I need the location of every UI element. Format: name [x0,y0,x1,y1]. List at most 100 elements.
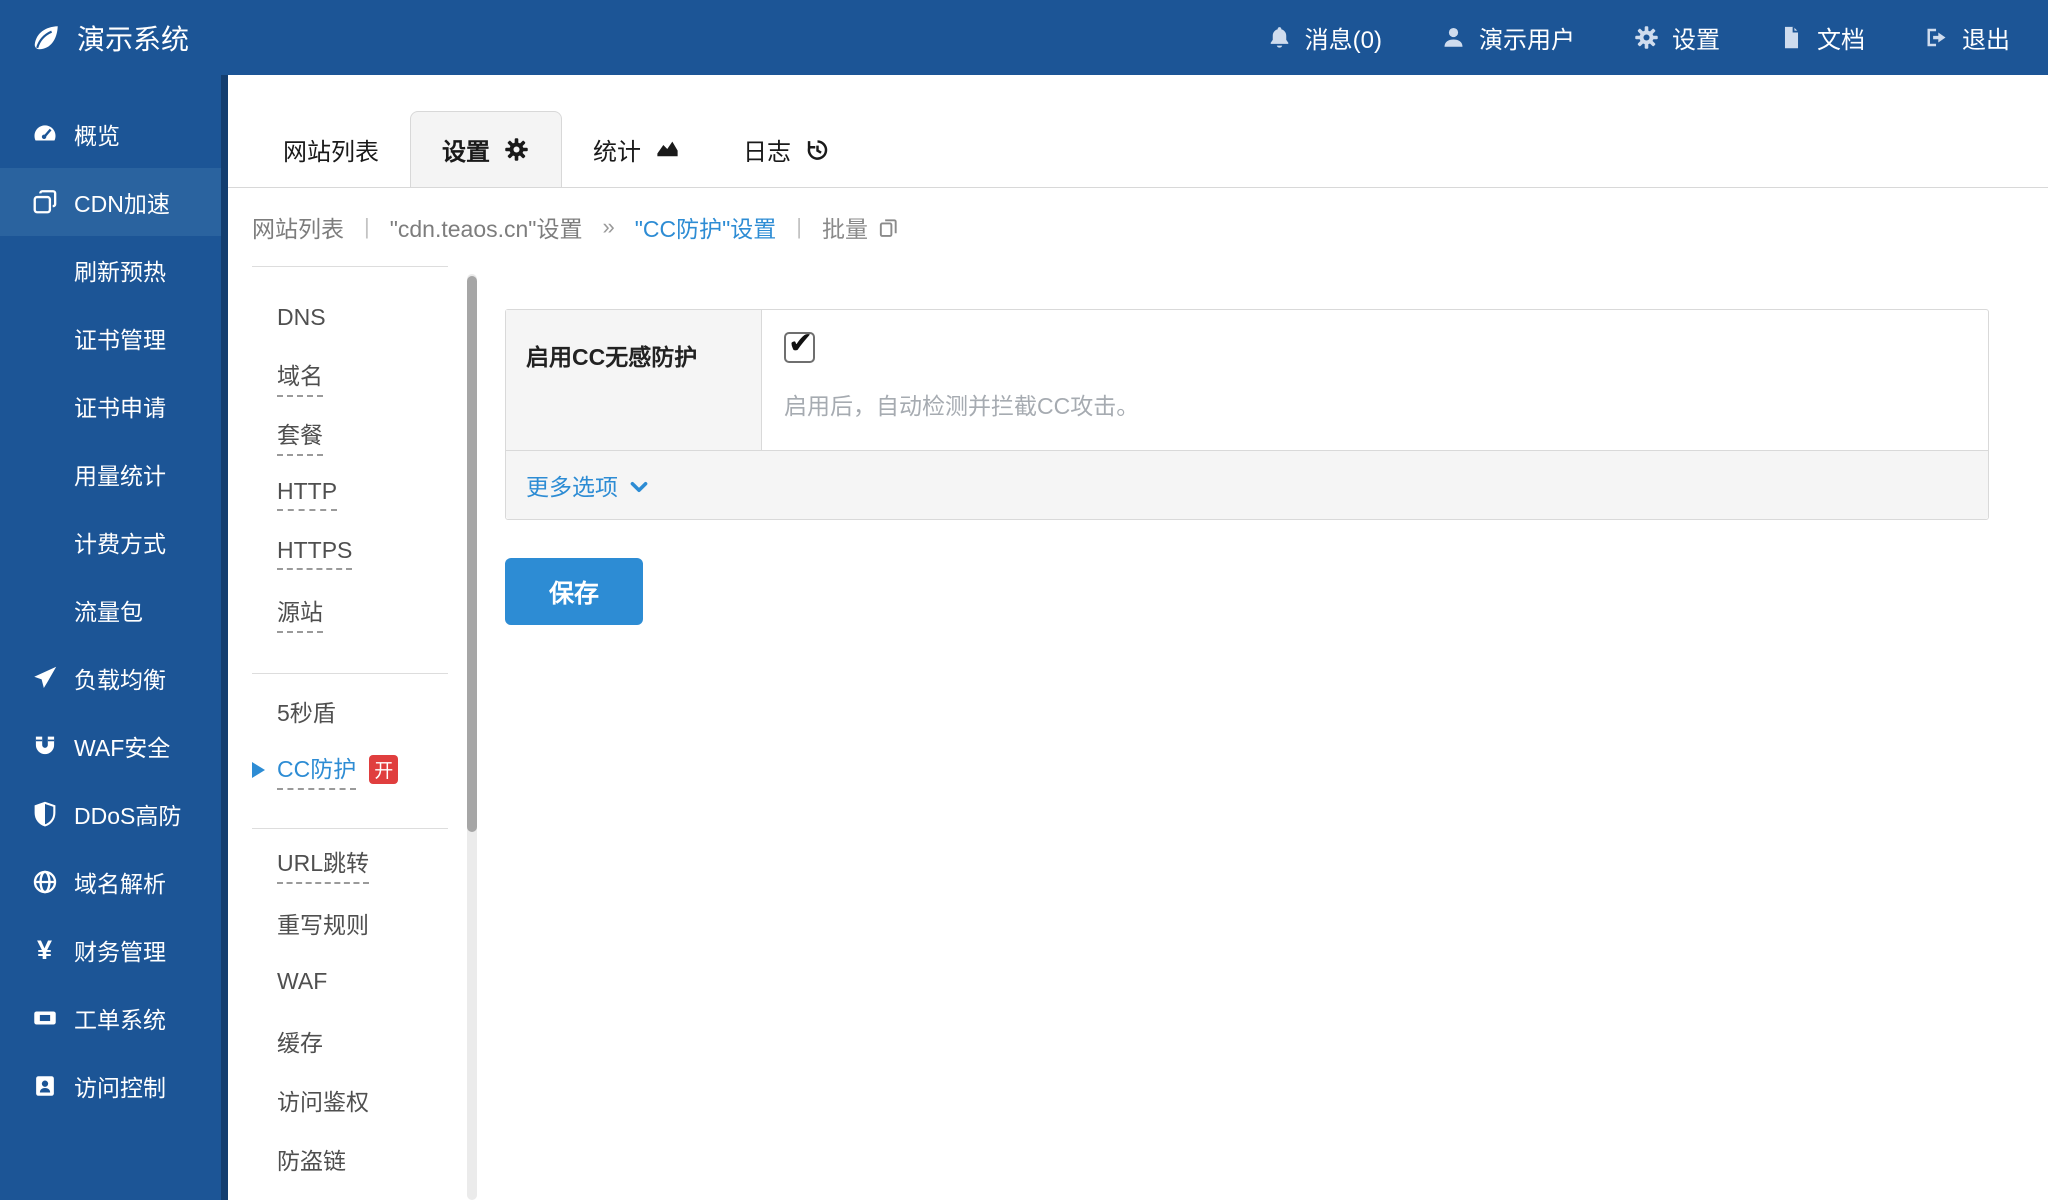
breadcrumb-current[interactable]: "CC防护"设置 [635,210,777,244]
settings-nav-dns[interactable]: DNS [252,288,478,347]
cc-protection-panel: 启用CC无感防护 ✔ 启用后，自动检测并拦截CC攻击。 更多选项 [505,309,1989,520]
sidebar-item-label: 证书管理 [74,321,166,355]
more-options-toggle[interactable]: 更多选项 [506,450,1988,519]
paper-plane-icon [28,664,61,692]
sidebar-item-label: 财务管理 [74,933,166,967]
docs-label: 文档 [1817,20,1865,55]
tab-bar: 网站列表 设置 统计 日志 [228,75,2048,188]
form-value: ✔ 启用后，自动检测并拦截CC攻击。 [762,310,1988,450]
logout-button[interactable]: 退出 [1923,20,2010,55]
history-icon [804,136,831,163]
cc-protection-checkbox[interactable]: ✔ [784,332,815,363]
form-column: 启用CC无感防护 ✔ 启用后，自动检测并拦截CC攻击。 更多选项 保存 [505,309,1989,1200]
settings-nav-http[interactable]: HTTP [252,465,478,524]
messages-label: 消息(0) [1305,20,1382,55]
save-button[interactable]: 保存 [505,558,643,625]
settings-body: DNS 域名 套餐 HTTP HTTPS 源站 5秒盾 CC防护 开 URL跳转… [228,266,2048,1200]
tab-site-list[interactable]: 网站列表 [252,111,410,187]
settings-nav-url-redirect[interactable]: URL跳转 [252,834,478,893]
chevron-down-icon [628,476,650,498]
leaf-icon [30,22,62,54]
tab-statistics[interactable]: 统计 [562,111,712,187]
breadcrumb-site-settings[interactable]: "cdn.teaos.cn"设置 [390,210,583,244]
sidebar-item-waf[interactable]: WAF安全 [0,712,228,780]
settings-nav-domain[interactable]: 域名 [252,347,478,406]
yen-icon: ¥ [28,935,61,966]
batch-label: 批量 [822,210,868,244]
sidebar-item-ddos[interactable]: DDoS高防 [0,780,228,848]
sidebar-item-label: 域名解析 [74,865,166,899]
sidebar-item-label: 用量统计 [74,457,166,491]
user-icon [1440,24,1467,51]
breadcrumb-arrow: » [602,214,614,240]
divider [252,266,448,267]
settings-nav-cc-protect[interactable]: CC防护 开 [252,740,478,799]
settings-nav-rewrite[interactable]: 重写规则 [252,893,478,952]
batch-button[interactable]: 批量 [822,210,900,244]
sidebar-item-access-control[interactable]: 访问控制 [0,1052,228,1120]
sidebar-item-traffic-pack[interactable]: 流量包 [0,576,228,644]
settings-nav: DNS 域名 套餐 HTTP HTTPS 源站 5秒盾 CC防护 开 URL跳转… [228,266,478,1200]
messages-button[interactable]: 消息(0) [1266,20,1382,55]
sidebar-item-finance[interactable]: ¥ 财务管理 [0,916,228,984]
tab-label: 设置 [442,132,490,167]
sidebar-item-cert-apply[interactable]: 证书申请 [0,372,228,440]
topbar: 演示系统 消息(0) 演示用户 设置 文档 退出 [0,0,2048,75]
docs-button[interactable]: 文档 [1778,20,1865,55]
settings-nav-waf[interactable]: WAF [252,952,478,1011]
sidebar-item-dns-resolve[interactable]: 域名解析 [0,848,228,916]
settings-nav-auth[interactable]: 访问鉴权 [252,1070,478,1129]
tab-settings[interactable]: 设置 [410,111,562,187]
check-icon: ✔ [788,329,813,359]
sidebar-item-label: 概览 [74,117,120,151]
settings-nav-5s-shield[interactable]: 5秒盾 [252,681,478,740]
settings-nav-hotlink[interactable]: 防盗链 [252,1129,478,1188]
breadcrumb: 网站列表 | "cdn.teaos.cn"设置 » "CC防护"设置 | 批量 [228,188,2048,266]
sidebar-item-label: 刷新预热 [74,253,166,287]
shield-half-icon [28,800,61,828]
settings-nav-cache[interactable]: 缓存 [252,1011,478,1070]
scrollbar-thumb[interactable] [467,276,477,832]
ticket-icon [28,1004,61,1032]
breadcrumb-separator: | [364,214,370,240]
user-menu[interactable]: 演示用户 [1440,20,1575,55]
sidebar-item-overview[interactable]: 概览 [0,100,228,168]
tab-label: 日志 [743,132,791,167]
form-label: 启用CC无感防护 [506,310,762,450]
breadcrumb-site-list[interactable]: 网站列表 [252,210,344,244]
tab-label: 网站列表 [283,132,379,167]
sidebar-item-cdn[interactable]: CDN加速 [0,168,228,236]
divider [252,673,448,674]
form-row: 启用CC无感防护 ✔ 启用后，自动检测并拦截CC攻击。 [506,310,1988,450]
scrollbar-track[interactable] [467,274,477,1200]
sign-out-icon [1923,24,1950,51]
sidebar-item-usage-stats[interactable]: 用量统计 [0,440,228,508]
magnet-icon [28,732,61,760]
sidebar-item-label: 计费方式 [74,525,166,559]
brand-logo[interactable]: 演示系统 [30,18,189,58]
sidebar-item-label: 负载均衡 [74,661,166,695]
breadcrumb-separator: | [796,214,802,240]
sidebar-item-label: 工单系统 [74,1001,166,1035]
sidebar: 概览 CDN加速 刷新预热 证书管理 证书申请 用量统计 计费方式 流量包 负载… [0,75,228,1200]
tab-logs[interactable]: 日志 [712,111,862,187]
sidebar-item-label: 证书申请 [74,389,166,423]
settings-nav-origin[interactable]: 源站 [252,583,478,642]
clone-icon [28,188,61,216]
settings-button[interactable]: 设置 [1633,20,1720,55]
status-badge-on: 开 [369,755,398,784]
file-icon [1778,24,1805,51]
settings-nav-https[interactable]: HTTPS [252,524,478,583]
settings-label: 设置 [1672,20,1720,55]
sidebar-item-label: CDN加速 [74,185,170,219]
gear-icon [1633,24,1660,51]
settings-nav-plan[interactable]: 套餐 [252,406,478,465]
sidebar-item-load-balance[interactable]: 负载均衡 [0,644,228,712]
sidebar-item-label: DDoS高防 [74,797,181,831]
sidebar-item-refresh-preheat[interactable]: 刷新预热 [0,236,228,304]
sidebar-item-tickets[interactable]: 工单系统 [0,984,228,1052]
sidebar-item-billing[interactable]: 计费方式 [0,508,228,576]
id-card-icon [28,1072,61,1100]
logout-label: 退出 [1962,20,2010,55]
sidebar-item-cert-manage[interactable]: 证书管理 [0,304,228,372]
